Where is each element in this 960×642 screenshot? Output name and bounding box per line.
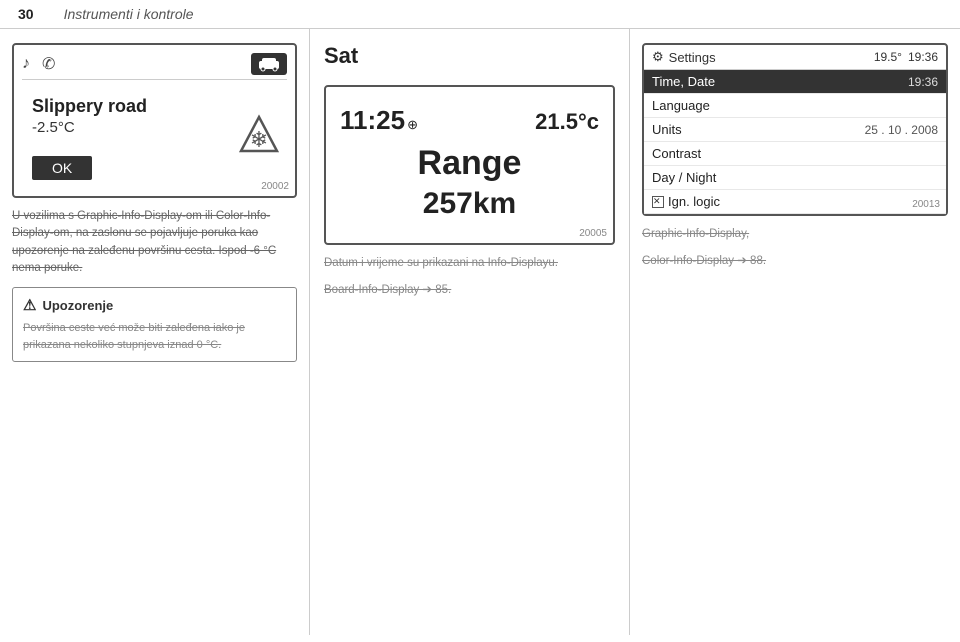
menu-item-label-3: Contrast [652, 146, 701, 161]
screen-temperature: 21.5°c [535, 109, 599, 135]
right-column: ⚙ Settings 19.5° 19:36 Time, Date 19:36 … [630, 29, 960, 635]
ok-button[interactable]: OK [32, 156, 92, 180]
menu-item-label-0: Time, Date [652, 74, 715, 89]
page-number: 30 [18, 6, 34, 22]
middle-description1: Datum i vrijeme su prikazani na Info-Dis… [324, 255, 615, 272]
menu-item-val-2: 25 . 10 . 2008 [865, 123, 938, 137]
page-header: 30 Instrumenti i kontrole [0, 0, 960, 29]
settings-time: 19:36 [908, 50, 938, 64]
settings-header-info: 19.5° 19:36 [874, 50, 938, 64]
settings-menu-item[interactable]: Contrast [644, 142, 946, 166]
checkbox-icon [652, 196, 664, 208]
image-number-middle: 20005 [579, 228, 607, 239]
settings-top-bar: ⚙ Settings 19.5° 19:36 [644, 45, 946, 70]
section-heading: Sat [324, 43, 615, 69]
middle-column: Sat 11:25 ⊕ 21.5°c Range 257km 20005 Dat… [310, 29, 630, 635]
info-screen: 11:25 ⊕ 21.5°c Range 257km 20005 [324, 85, 615, 245]
image-number-right: 20013 [912, 199, 940, 210]
screen-km: 257km [340, 187, 599, 221]
content-area: ♪ ✆ Slippery road -2.5°C OK [0, 29, 960, 635]
info-screen-row1: 11:25 ⊕ 21.5°c [340, 105, 599, 136]
settings-screen: ⚙ Settings 19.5° 19:36 Time, Date 19:36 … [642, 43, 948, 216]
settings-menu-item[interactable]: Units 25 . 10 . 2008 [644, 118, 946, 142]
screen-top-bar: ♪ ✆ [22, 53, 287, 80]
right-description1: Graphic-Info-Display, [642, 226, 948, 243]
left-column: ♪ ✆ Slippery road -2.5°C OK [0, 29, 310, 635]
middle-description2: Board-Info-Display ➔ 85. [324, 282, 615, 299]
screen-time-sub: ⊕ [407, 117, 418, 133]
settings-temp: 19.5° [874, 50, 902, 64]
warning-title: ⚠ Upozorenje [23, 296, 286, 314]
screen-time: 11:25 [340, 105, 405, 136]
menu-item-checkbox-row: Ign. logic [652, 194, 720, 209]
menu-item-label-2: Units [652, 122, 682, 137]
settings-menu-item[interactable]: Ign. logic [644, 190, 946, 214]
warning-triangle-icon: ⚠ [23, 296, 36, 314]
menu-item-label-1: Language [652, 98, 710, 113]
warning-body: Površina ceste već može biti zaleđena ia… [23, 320, 286, 353]
settings-menu-item[interactable]: Time, Date 19:36 [644, 70, 946, 94]
warning-box: ⚠ Upozorenje Površina ceste već može bit… [12, 287, 297, 362]
left-screen: ♪ ✆ Slippery road -2.5°C OK [12, 43, 297, 198]
left-description: U vozilima s Graphic-Info-Display-om ili… [12, 208, 297, 277]
svg-text:❄: ❄ [250, 127, 268, 152]
music-icon: ♪ [22, 55, 30, 73]
settings-gear-icon: ⚙ [652, 49, 664, 65]
menu-item-label-4: Day / Night [652, 170, 716, 185]
settings-label: Settings [669, 50, 716, 65]
snowflake-warning-icon: ❄ [237, 113, 281, 166]
settings-menu-item[interactable]: Language [644, 94, 946, 118]
right-description2: Color-Info-Display ➔ 88. [642, 253, 948, 270]
menu-item-label-5: Ign. logic [668, 194, 720, 209]
screen-range: Range [340, 144, 599, 183]
settings-menu-item[interactable]: Day / Night [644, 166, 946, 190]
car-icon [251, 53, 287, 75]
settings-icon-label: ⚙ Settings [652, 49, 716, 65]
image-number-left: 20002 [261, 181, 289, 192]
phone-icon: ✆ [42, 54, 55, 74]
chapter-title: Instrumenti i kontrole [64, 6, 194, 22]
menu-item-val-0: 19:36 [908, 75, 938, 89]
